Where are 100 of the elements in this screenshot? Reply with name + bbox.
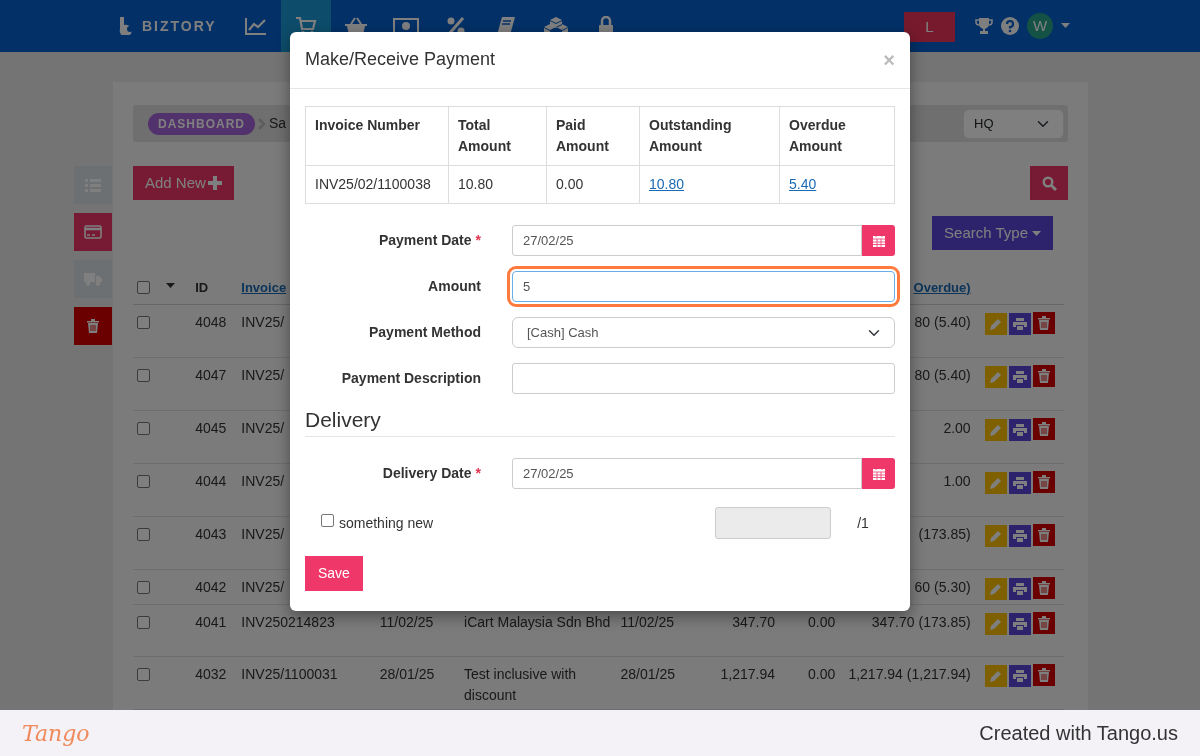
row-checkbox[interactable]: [137, 315, 150, 329]
add-new-button[interactable]: Add New: [133, 166, 234, 200]
trophy-icon[interactable]: [975, 17, 993, 35]
trash-icon: [1037, 615, 1050, 630]
table-cell: INV250214823: [241, 613, 335, 630]
credit-card-icon: [84, 225, 102, 239]
field-label: Payment Description: [341, 370, 481, 386]
table-cell: 60 (5.30): [914, 578, 971, 595]
date-field[interactable]: 27/02/25: [512, 458, 862, 490]
caret-icon: [1032, 230, 1041, 236]
search-button[interactable]: [1030, 166, 1068, 200]
caret-icon[interactable]: [166, 283, 175, 288]
table-cell: INV25/: [241, 525, 285, 542]
print-button[interactable]: [1008, 365, 1031, 388]
amount-link[interactable]: 10.80: [649, 176, 685, 192]
printer-icon: [1012, 370, 1027, 383]
pencil-icon: [989, 476, 1002, 489]
printer-icon: [1012, 669, 1027, 682]
print-button[interactable]: [1008, 312, 1031, 335]
field-label: Amount: [428, 278, 481, 294]
print-button[interactable]: [1008, 664, 1031, 687]
field-label: Payment Date: [378, 232, 472, 248]
table-cell: INV25/: [241, 366, 285, 383]
amount-link[interactable]: 5.40: [789, 176, 817, 192]
table-cell: 80 (5.40): [914, 366, 971, 383]
delete-button[interactable]: [1032, 576, 1055, 599]
table-cell: INV25/1100031: [241, 665, 338, 682]
field-label: Payment Method: [369, 324, 481, 340]
row-checkbox[interactable]: [137, 527, 150, 541]
column-header[interactable]: Overdue): [913, 280, 971, 295]
trash-icon: [1037, 580, 1050, 595]
print-button[interactable]: [1008, 577, 1031, 600]
printer-icon: [1012, 582, 1027, 595]
column-header: Paid Amount: [556, 117, 609, 154]
calendar-button[interactable]: [862, 225, 895, 256]
search-type-button[interactable]: Search Type: [932, 216, 1053, 250]
delete-button[interactable]: [1032, 364, 1055, 387]
save-button[interactable]: Save: [305, 556, 363, 592]
table-cell: 4048: [195, 313, 227, 330]
field-label: Delivery Date: [382, 465, 472, 482]
user-avatar[interactable]: W: [1027, 13, 1053, 39]
printer-icon: [1012, 529, 1027, 542]
trash-icon: [87, 319, 99, 333]
brand-name: BIZTORY: [142, 16, 217, 36]
pencil-icon: [989, 617, 1002, 630]
column-header[interactable]: Invoice: [241, 280, 287, 295]
delete-button[interactable]: [1032, 470, 1055, 493]
table-cell: 4041: [195, 613, 227, 630]
breadcrumb-link[interactable]: DASHBOARD: [148, 112, 255, 135]
pencil-icon: [989, 423, 1002, 436]
delete-button[interactable]: [1032, 523, 1055, 546]
row-checkbox[interactable]: [137, 474, 150, 488]
delete-button[interactable]: [1032, 417, 1055, 440]
footer-text: Created with Tango.us: [979, 721, 1178, 746]
calendar-icon: [872, 467, 885, 481]
print-button[interactable]: [1008, 524, 1031, 547]
user-button[interactable]: L: [904, 12, 955, 42]
branch-select[interactable]: HQ: [963, 108, 1064, 139]
calendar-icon: [872, 234, 885, 247]
table-cell: iCart Malaysia Sdn Bhd: [464, 613, 611, 630]
table-cell: 347.70: [732, 613, 775, 630]
help-icon[interactable]: [1001, 17, 1019, 35]
row-checkbox[interactable]: [137, 580, 150, 594]
row-checkbox[interactable]: [137, 667, 150, 681]
delete-button[interactable]: [1032, 611, 1055, 634]
trash-icon: [1037, 368, 1050, 383]
trash-icon: [1037, 667, 1050, 682]
logo: Tango: [22, 719, 90, 748]
delete-button[interactable]: [1032, 663, 1055, 686]
table-cell: 80 (5.40): [914, 313, 971, 330]
plus-icon: [207, 176, 222, 190]
delete-button[interactable]: [1032, 311, 1055, 334]
pencil-icon: [989, 370, 1002, 383]
table-cell: INV25/: [241, 419, 285, 436]
row-checkbox[interactable]: [137, 421, 150, 435]
payment-method-select[interactable]: [Cash] Cash: [512, 317, 895, 348]
table-cell: (173.85): [918, 525, 971, 542]
dialog-title: Make/Receive Payment: [305, 49, 496, 71]
input-field[interactable]: [512, 363, 895, 394]
date-field[interactable]: 27/02/25: [512, 225, 862, 256]
item-checkbox[interactable]: [321, 513, 334, 527]
card-button[interactable]: [74, 213, 112, 251]
item-label: something new: [339, 513, 434, 533]
caret-icon[interactable]: [1061, 23, 1070, 29]
select-all-checkbox[interactable]: [137, 281, 150, 294]
breadcrumb-item: Sa: [269, 114, 287, 133]
row-checkbox[interactable]: [137, 368, 150, 382]
trash-button[interactable]: [74, 307, 112, 345]
table-cell: 4032: [195, 665, 227, 682]
table-cell: 2.00: [943, 419, 971, 436]
row-checkbox[interactable]: [137, 615, 150, 629]
print-button[interactable]: [1008, 471, 1031, 494]
print-button[interactable]: [1008, 418, 1031, 441]
printer-icon: [1012, 617, 1027, 630]
table-cell: 1.00: [943, 472, 971, 489]
trash-icon: [1037, 315, 1050, 330]
table-cell: 1,217.94 (1,217.94): [848, 665, 971, 682]
calendar-button[interactable]: [862, 458, 895, 490]
print-button[interactable]: [1008, 612, 1031, 635]
line-chart-icon: [243, 16, 268, 36]
